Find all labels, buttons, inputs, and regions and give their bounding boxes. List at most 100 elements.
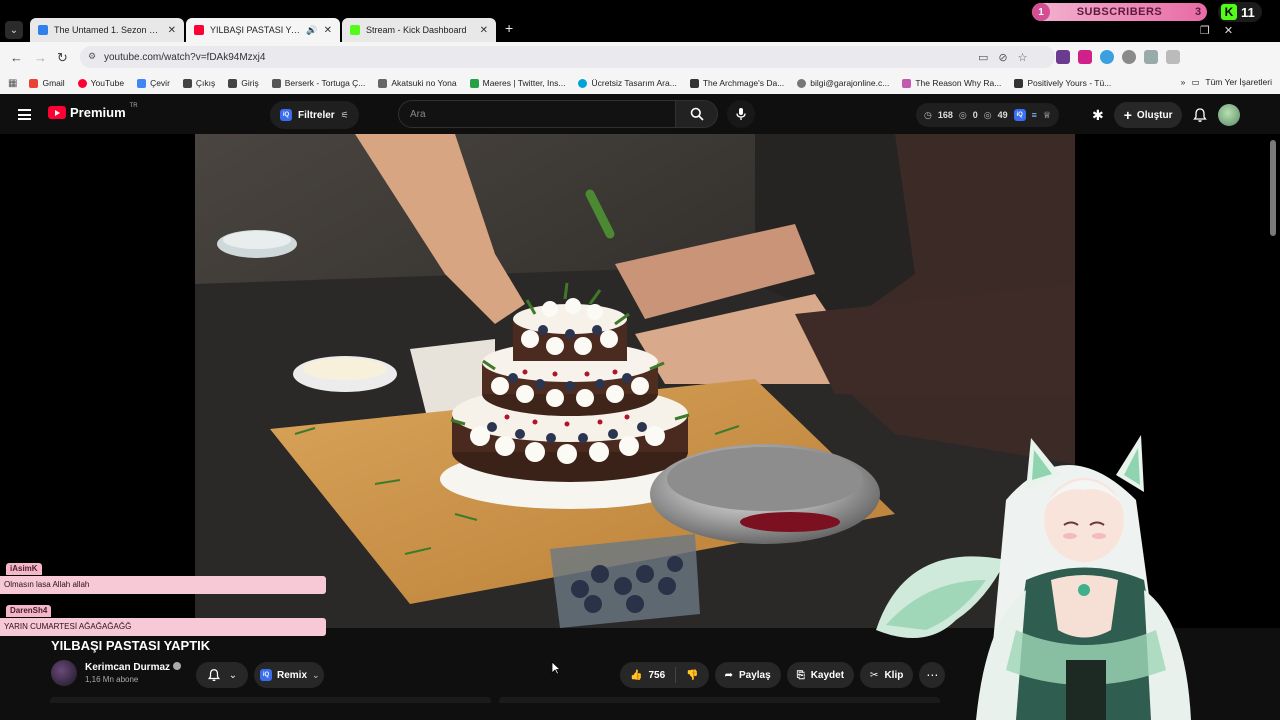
page-scrollbar[interactable] [1270,140,1276,236]
extension-stats[interactable]: ◷ 168 ◎ 0 ◎ 49 iQ ≡ ♕ [916,103,1059,127]
chevron-double-right-icon[interactable]: » [1181,77,1186,88]
stat-value: 0 [972,110,978,120]
youtube-header: Premium TR iQ Filtreler ⚟ Ara ◷ 168 ◎ 0 … [0,96,1280,134]
puzzle-extension-icon[interactable]: ✱ [1092,107,1104,124]
extension-icon[interactable] [1078,50,1092,64]
apps-grid-icon[interactable]: ▦ [8,78,17,89]
chat-message: YARIN CUMARTESİ AĞAĞAĞAĞĞ [0,618,326,636]
bookmark-ucretsiz[interactable]: Ücretsiz Tasarım Ara... [578,78,677,88]
share-button[interactable]: ➦ Paylaş [714,662,781,688]
globe-icon [797,78,807,88]
bookmark-bilgi[interactable]: bilgi@garajonline.c... [797,78,889,88]
chat-message: Olmasın lasa Allah allah [0,576,326,594]
bookmark-label: Çevir [150,78,170,88]
hide-icon[interactable]: ⊘ [998,51,1007,64]
extension-icon[interactable] [1056,50,1070,64]
url-text: youtube.com/watch?v=fDAk94Mzxj4 [104,51,266,63]
new-tab-button[interactable]: + [505,20,513,36]
bookmark-cevir[interactable]: Çevir [137,78,170,88]
bookmark-akatsuki[interactable]: Akatsuki no Yona [378,78,457,88]
search-input[interactable]: Ara [398,100,676,128]
bookmark-reason[interactable]: The Reason Why Ra... [902,78,1001,88]
save-label: Kaydet [810,669,845,681]
cast-icon[interactable]: ▭ [978,51,988,64]
channel-avatar[interactable] [51,660,77,686]
bookmark-youtube[interactable]: YouTube [77,78,124,88]
stat-value: 168 [937,110,953,120]
like-button[interactable]: 👍 756 [620,662,675,688]
eye-icon: ◎ [958,109,967,120]
filters-label: Filtreler [298,109,335,121]
tab-youtube-video[interactable]: YILBAŞI PASTASI YAPTIK - Yo 🔊 ✕ [186,18,340,42]
clock-icon: ◷ [924,109,932,120]
tab-kick-dashboard[interactable]: Stream - Kick Dashboard ✕ [342,18,496,42]
stat-value: 49 [997,110,1008,120]
tab-search-button[interactable]: ⌄ [5,21,23,39]
menu-icon[interactable] [18,109,31,120]
close-window-icon[interactable]: ✕ [1224,24,1233,37]
thumbs-up-icon: 👍 [630,669,643,681]
extensions [1056,50,1180,64]
bookmark-positively[interactable]: Positively Yours - Tü... [1014,78,1111,88]
microphone-icon [736,108,746,120]
dislike-button[interactable]: 👎 [676,662,708,688]
share-label: Paylaş [738,669,771,681]
filters-button[interactable]: iQ Filtreler ⚟ [270,101,359,129]
bookmark-icon [378,78,388,88]
subscribers-widget: 1 SUBSCRIBERS 3 [1032,3,1207,21]
save-button[interactable]: ⎘ Kaydet [786,662,855,688]
region-code: TR [129,102,138,109]
back-arrow-icon[interactable]: ← [10,50,23,65]
search-button[interactable] [676,100,718,128]
avatar[interactable] [1218,104,1241,126]
browser-tab-strip: ⌄ The Untamed 1. Sezon 6. Bölüm ✕ YILBAŞ… [0,0,1280,42]
bookmark-gmail[interactable]: Gmail [29,78,65,88]
puzzle-icon[interactable] [1144,50,1158,64]
close-icon[interactable]: ✕ [480,25,488,36]
translate-icon [137,78,147,88]
bookmark-icon [469,78,479,88]
bookmark-label: bilgi@garajonline.c... [810,78,890,88]
subscription-bell-button[interactable]: ⌄ [196,662,248,688]
speaker-icon[interactable]: 🔊 [306,25,317,36]
bookmark-archmage[interactable]: The Archmage's Da... [689,78,784,88]
close-icon[interactable]: ✕ [168,25,176,36]
chevron-down-icon: ⌄ [228,669,238,681]
bookmark-label: Positively Yours - Tü... [1027,78,1112,88]
all-bookmarks-label: Tüm Yer İşaretleri [1205,77,1272,87]
kick-follower-widget: K 11 [1218,2,1262,22]
bookmark-cikis[interactable]: Çıkış [182,78,215,88]
remix-button[interactable]: iQ Remix ⌄ [254,662,324,688]
bookmark-berserk[interactable]: Berserk - Tortuga Ç... [271,78,365,88]
award-icon: ♕ [1042,109,1051,120]
vtuber-avatar-overlay [876,435,1191,720]
sliders-icon: ⚟ [340,109,349,120]
brand-name: Premium [70,105,126,120]
mouse-cursor [551,661,561,675]
bell-icon[interactable] [1192,107,1208,123]
channel-name[interactable]: Kerimcan Durmaz [85,662,182,673]
forward-arrow-icon[interactable]: → [34,50,47,65]
create-button[interactable]: + Oluştur [1113,102,1183,128]
channel-info[interactable]: Kerimcan Durmaz 1,16 Mn abone [51,660,182,686]
menu-icon[interactable] [1166,50,1180,64]
search-icon [690,107,704,121]
all-bookmarks[interactable]: » ▭ Tüm Yer İşaretleri [1181,77,1272,88]
youtube-premium-logo[interactable]: Premium TR [48,102,138,120]
play-icon [38,25,48,35]
tab-the-untamed[interactable]: The Untamed 1. Sezon 6. Bölüm ✕ [30,18,184,42]
bookmark-giris[interactable]: Giriş [228,78,259,88]
address-bar[interactable]: ⚙ youtube.com/watch?v=fDAk94Mzxj4 [80,46,1055,68]
site-info-icon[interactable]: ⚙ [88,51,98,61]
close-icon[interactable]: ✕ [324,25,332,36]
restore-icon[interactable]: ❐ [1200,24,1210,37]
extension-icon[interactable] [1100,50,1114,64]
star-icon[interactable]: ☆ [1018,51,1028,64]
bookmark-maeres[interactable]: Maeres | Twitter, Ins... [469,78,565,88]
reload-icon[interactable]: ↻ [57,50,68,66]
extension-icon[interactable] [1122,50,1136,64]
eye-icon: ◎ [983,109,992,120]
subscribers-label: SUBSCRIBERS [1076,6,1163,18]
voice-search-button[interactable] [727,100,755,128]
tab-title: The Untamed 1. Sezon 6. Bölüm [54,25,162,35]
